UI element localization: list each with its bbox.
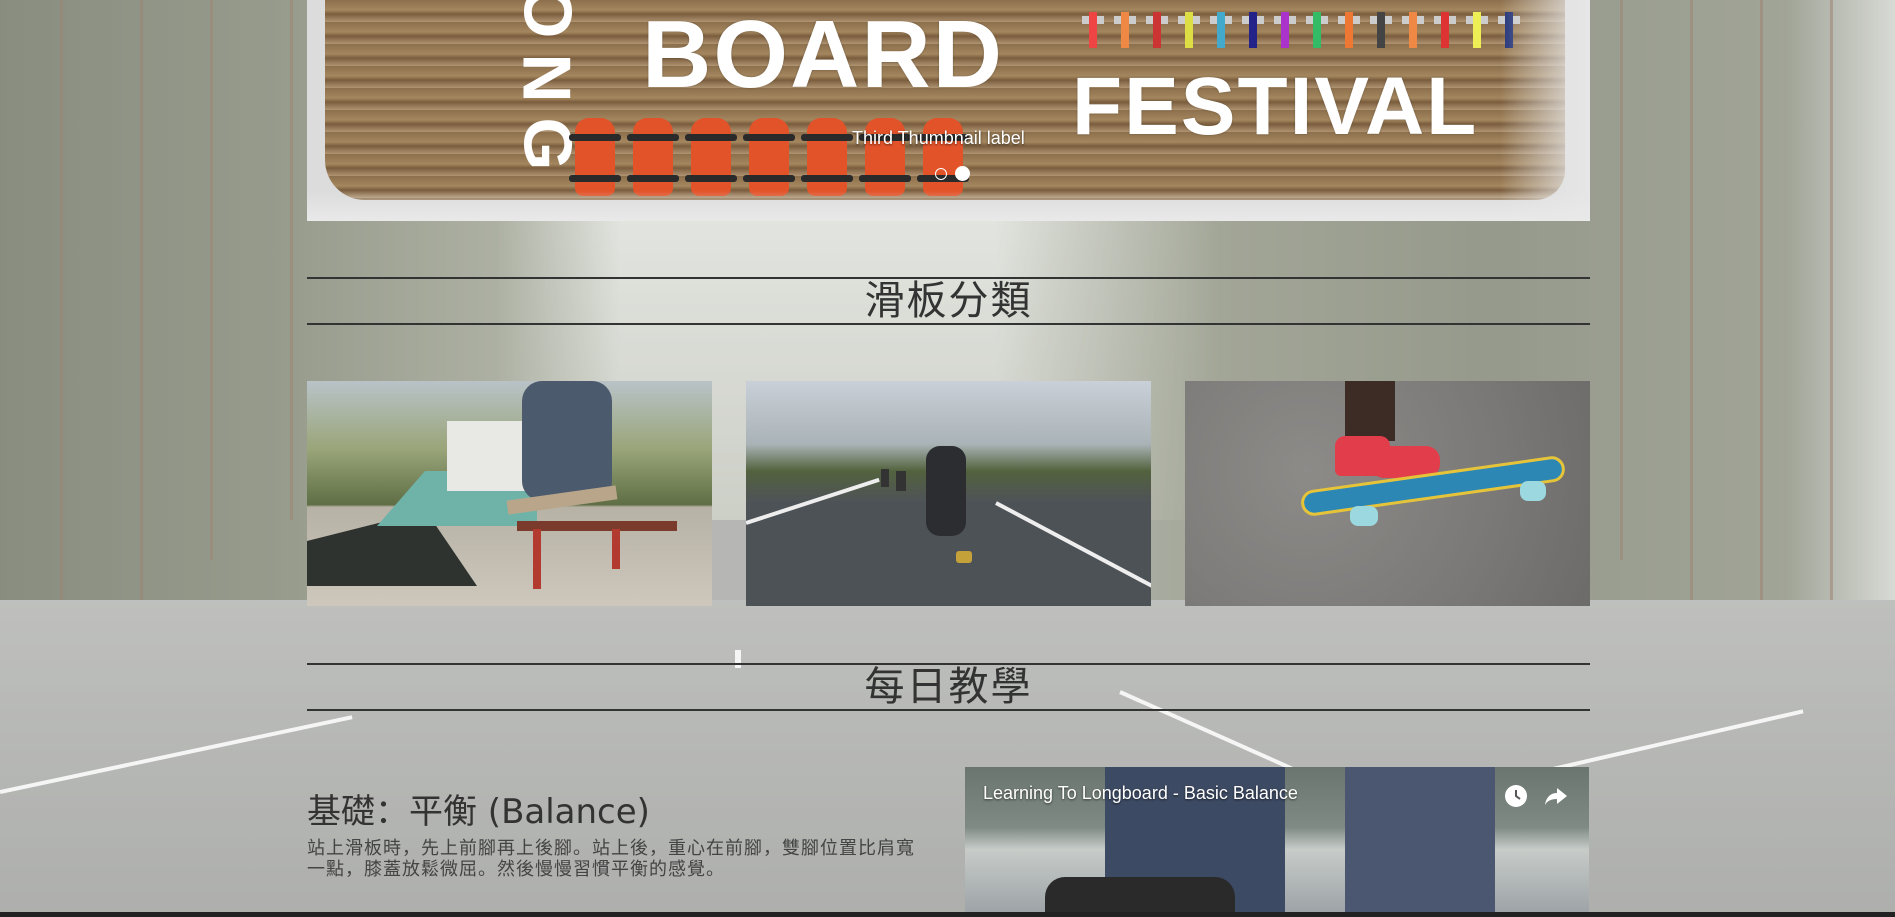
tutorial-title: 基礎：平衡 (Balance) xyxy=(307,792,650,832)
share-icon[interactable] xyxy=(1543,783,1569,809)
carousel-indicators xyxy=(935,166,970,181)
section-heading-categories: 滑板分類 xyxy=(307,277,1590,325)
carousel[interactable]: O N G BOARD FESTIVAL Third Thumbnail lab… xyxy=(307,0,1590,221)
banner-word-board: BOARD xyxy=(642,1,1004,108)
carousel-caption: Third Thumbnail label xyxy=(852,128,1025,148)
section-heading-daily: 每日教學 xyxy=(307,663,1590,711)
thumbnail-downhill[interactable] xyxy=(746,381,1151,606)
thumbnail-penny-board[interactable] xyxy=(1185,381,1590,606)
carousel-indicator-2[interactable] xyxy=(955,166,970,181)
carousel-indicator-1[interactable] xyxy=(935,167,947,180)
banner-vertical-letters: O N G xyxy=(508,0,585,171)
video-title[interactable]: Learning To Longboard - Basic Balance xyxy=(983,783,1298,804)
truck-display xyxy=(1082,12,1520,48)
video-player[interactable]: Learning To Longboard - Basic Balance xyxy=(965,767,1589,917)
bottom-bar xyxy=(0,912,1895,917)
thumbnail-street-skate[interactable] xyxy=(307,381,712,606)
clock-icon[interactable] xyxy=(1503,783,1529,809)
tutorial-text: 站上滑板時，先上前腳再上後腳。站上後，重心在前腳，雙腳位置比肩寬一點，膝蓋放鬆微… xyxy=(307,838,915,880)
banner-word-festival: FESTIVAL xyxy=(1072,61,1479,152)
